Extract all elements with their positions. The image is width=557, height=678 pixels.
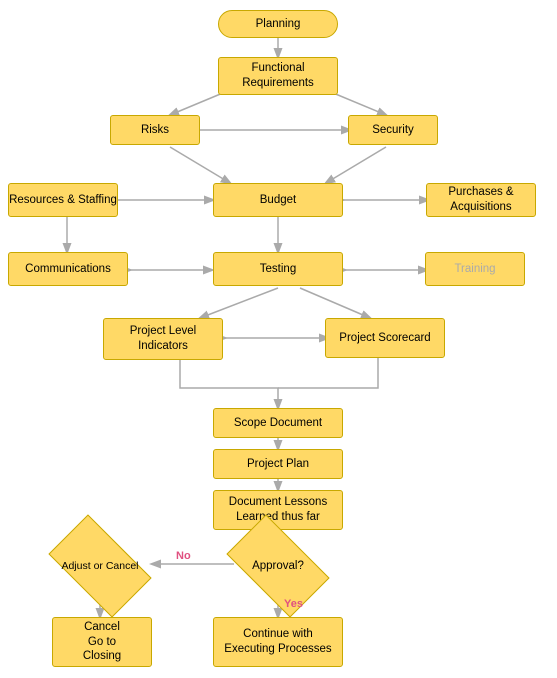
scope-document-node: Scope Document [213, 408, 343, 438]
project-level-indicators-node: Project Level Indicators [103, 318, 223, 360]
project-plan-node: Project Plan [213, 449, 343, 479]
security-label: Security [372, 123, 414, 138]
no-label: No [176, 550, 191, 562]
flowchart: Planning Functional Requirements Risks S… [0, 0, 557, 678]
adjust-cancel-label: Adjust or Cancel [61, 560, 138, 572]
functional-requirements-label: Functional Requirements [242, 61, 314, 91]
purchases-acquisitions-node: Purchases & Acquisitions [426, 183, 536, 217]
functional-requirements-node: Functional Requirements [218, 57, 338, 95]
testing-node: Testing [213, 252, 343, 286]
project-plan-label: Project Plan [247, 457, 309, 472]
resources-staffing-label: Resources & Staffing [9, 193, 117, 208]
planning-node: Planning [218, 10, 338, 38]
communications-label: Communications [25, 262, 111, 277]
approval-node: Approval? [228, 536, 328, 596]
cancel-closing-label: Cancel Go to Closing [83, 620, 121, 665]
cancel-closing-node: Cancel Go to Closing [52, 617, 152, 667]
project-level-indicators-label: Project Level Indicators [130, 324, 196, 354]
training-label: Training [454, 262, 495, 277]
testing-label: Testing [260, 262, 296, 277]
communications-node: Communications [8, 252, 128, 286]
scope-document-label: Scope Document [234, 416, 322, 431]
project-scorecard-node: Project Scorecard [325, 318, 445, 358]
document-lessons-label: Document Lessons Learned thus far [229, 495, 327, 525]
document-lessons-node: Document Lessons Learned thus far [213, 490, 343, 530]
training-node: Training [425, 252, 525, 286]
resources-staffing-node: Resources & Staffing [8, 183, 118, 217]
risks-label: Risks [141, 123, 169, 138]
project-scorecard-label: Project Scorecard [339, 331, 430, 346]
continue-executing-label: Continue with Executing Processes [224, 627, 331, 657]
security-node: Security [348, 115, 438, 145]
approval-label: Approval? [252, 560, 304, 572]
budget-node: Budget [213, 183, 343, 217]
planning-label: Planning [256, 17, 301, 32]
budget-label: Budget [260, 193, 296, 208]
risks-node: Risks [110, 115, 200, 145]
continue-executing-node: Continue with Executing Processes [213, 617, 343, 667]
yes-label: Yes [284, 598, 303, 610]
purchases-acquisitions-label: Purchases & Acquisitions [448, 185, 513, 215]
adjust-cancel-node: Adjust or Cancel [50, 536, 150, 596]
